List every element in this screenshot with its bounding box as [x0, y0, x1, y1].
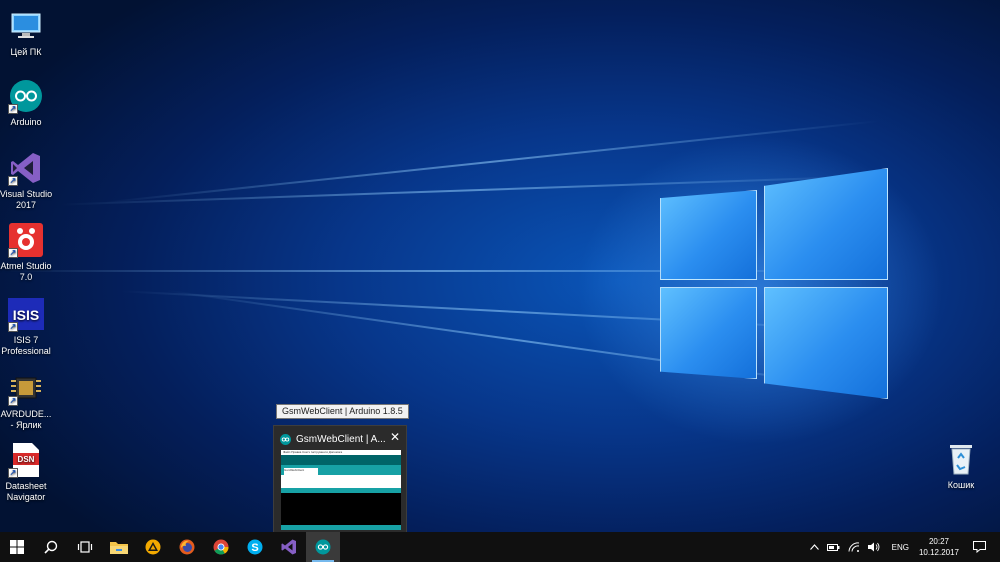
- thumbnail-tab-strip: GsmWebClient: [281, 465, 401, 475]
- desktop-icon-recycle-bin[interactable]: Кошик: [933, 441, 989, 491]
- task-view-button[interactable]: [68, 532, 102, 562]
- window-tooltip: GsmWebClient | Arduino 1.8.5: [276, 404, 409, 419]
- chevron-up-icon: [809, 544, 819, 550]
- task-view-icon: [77, 541, 93, 553]
- search-button[interactable]: [34, 532, 68, 562]
- drive-triangle-icon: [145, 539, 161, 555]
- shortcut-arrow-icon: ↗: [8, 248, 18, 258]
- desktop-icon-label: Atmel Studio 7.0: [0, 261, 52, 282]
- desktop-icon-isis[interactable]: ISIS ↗ ISIS 7 Professional: [0, 296, 54, 357]
- taskbar-skype[interactable]: S: [238, 532, 272, 562]
- desktop-icon-label: Visual Studio 2017: [0, 189, 53, 210]
- tray-volume[interactable]: [867, 542, 880, 552]
- notification-icon: [973, 541, 986, 553]
- tray-network[interactable]: [848, 542, 860, 552]
- desktop-wallpaper: [0, 0, 1000, 532]
- dsn-badge-text: DSN: [18, 455, 35, 464]
- thumbnail-status-bar: [281, 525, 401, 530]
- system-tray: ENG 20:27 10.12.2017: [806, 532, 1000, 562]
- isis-badge-text: ISIS: [13, 307, 39, 323]
- preview-title-bar: GsmWebClient | A...: [280, 432, 400, 446]
- recycle-bin-icon: [943, 441, 979, 477]
- visual-studio-icon: [281, 539, 296, 555]
- windows-logo-icon: [10, 540, 24, 554]
- battery-icon: [826, 543, 840, 551]
- thumbnail-toolbar: [281, 455, 401, 465]
- computer-icon: [8, 8, 44, 44]
- light-beam: [104, 120, 881, 204]
- skype-icon: S: [247, 539, 263, 555]
- taskbar-file-explorer[interactable]: [102, 532, 136, 562]
- desktop-icon-arduino[interactable]: ↗ Arduino: [0, 78, 54, 128]
- desktop-icon-visual-studio[interactable]: ↗ Visual Studio 2017: [0, 150, 54, 211]
- speaker-icon: [867, 542, 880, 552]
- svg-text:S: S: [251, 542, 258, 554]
- logo-pane-bottom-right: [764, 287, 888, 399]
- desktop-icon-this-pc[interactable]: Цей ПК: [0, 8, 54, 58]
- logo-pane-top-left: [660, 190, 757, 280]
- tray-clock[interactable]: 20:27 10.12.2017: [919, 536, 959, 558]
- clock-time: 20:27: [928, 537, 949, 546]
- taskbar-chrome[interactable]: [204, 532, 238, 562]
- light-beam: [60, 175, 881, 206]
- wifi-icon: [848, 542, 859, 552]
- thumbnail-editor: [281, 475, 401, 493]
- shortcut-arrow-icon: ↗: [8, 176, 18, 186]
- preview-title: GsmWebClient | A...: [296, 433, 386, 445]
- taskbar: S ENG 20:27 10.12.2017: [0, 532, 1000, 562]
- desktop-icon-label: Arduino: [10, 117, 42, 127]
- tray-language[interactable]: ENG: [892, 543, 909, 552]
- thumbnail-tab: GsmWebClient: [284, 468, 318, 475]
- desktop-icon-datasheet-navigator[interactable]: DSN ↗ Datasheet Navigator: [0, 442, 54, 503]
- arduino-icon: [315, 539, 331, 555]
- window-thumbnail[interactable]: Файл Правка Скетч Інструменти Допомога G…: [281, 450, 401, 530]
- logo-pane-top-right: [764, 168, 888, 280]
- desktop-icon-label: AVRDUDE... - Ярлик: [0, 409, 52, 430]
- desktop-icon-label: ISIS 7 Professional: [1, 335, 51, 356]
- datasheet-icon: DSN ↗: [8, 442, 44, 478]
- shortcut-arrow-icon: ↗: [8, 104, 18, 114]
- desktop-icon-label: Цей ПК: [10, 47, 42, 57]
- tray-battery[interactable]: [826, 543, 840, 551]
- desktop-icon-atmel-studio[interactable]: ↗ Atmel Studio 7.0: [0, 222, 54, 283]
- search-icon: [44, 540, 58, 554]
- tray-overflow-button[interactable]: [809, 544, 819, 550]
- taskbar-thumbnail-preview[interactable]: GsmWebClient | A... ✕ Файл Правка Скетч …: [273, 425, 407, 533]
- arduino-icon: ↗: [8, 78, 44, 114]
- taskbar-app-yellow[interactable]: [136, 532, 170, 562]
- shortcut-arrow-icon: ↗: [8, 322, 18, 332]
- taskbar-visual-studio[interactable]: [272, 532, 306, 562]
- chip-icon: ↗: [8, 370, 44, 406]
- desktop-icon-avrdude[interactable]: ↗ AVRDUDE... - Ярлик: [0, 370, 54, 431]
- action-center-button[interactable]: [973, 541, 986, 553]
- preview-close-button[interactable]: ✕: [390, 431, 400, 443]
- chrome-icon: [213, 539, 229, 555]
- clock-date: 10.12.2017: [918, 548, 959, 557]
- arduino-icon: [280, 433, 291, 445]
- desktop-icon-label: Кошик: [947, 480, 975, 490]
- firefox-icon: [179, 539, 195, 555]
- visual-studio-icon: ↗: [8, 150, 44, 186]
- logo-pane-bottom-left: [660, 287, 757, 379]
- shortcut-arrow-icon: ↗: [8, 468, 18, 478]
- taskbar-arduino[interactable]: [306, 532, 340, 562]
- atmel-studio-icon: ↗: [8, 222, 44, 258]
- isis-icon: ISIS ↗: [8, 296, 44, 332]
- folder-icon: [110, 542, 128, 554]
- start-button[interactable]: [0, 532, 34, 562]
- desktop-icon-label: Datasheet Navigator: [5, 481, 47, 502]
- shortcut-arrow-icon: ↗: [8, 396, 18, 406]
- taskbar-firefox[interactable]: [170, 532, 204, 562]
